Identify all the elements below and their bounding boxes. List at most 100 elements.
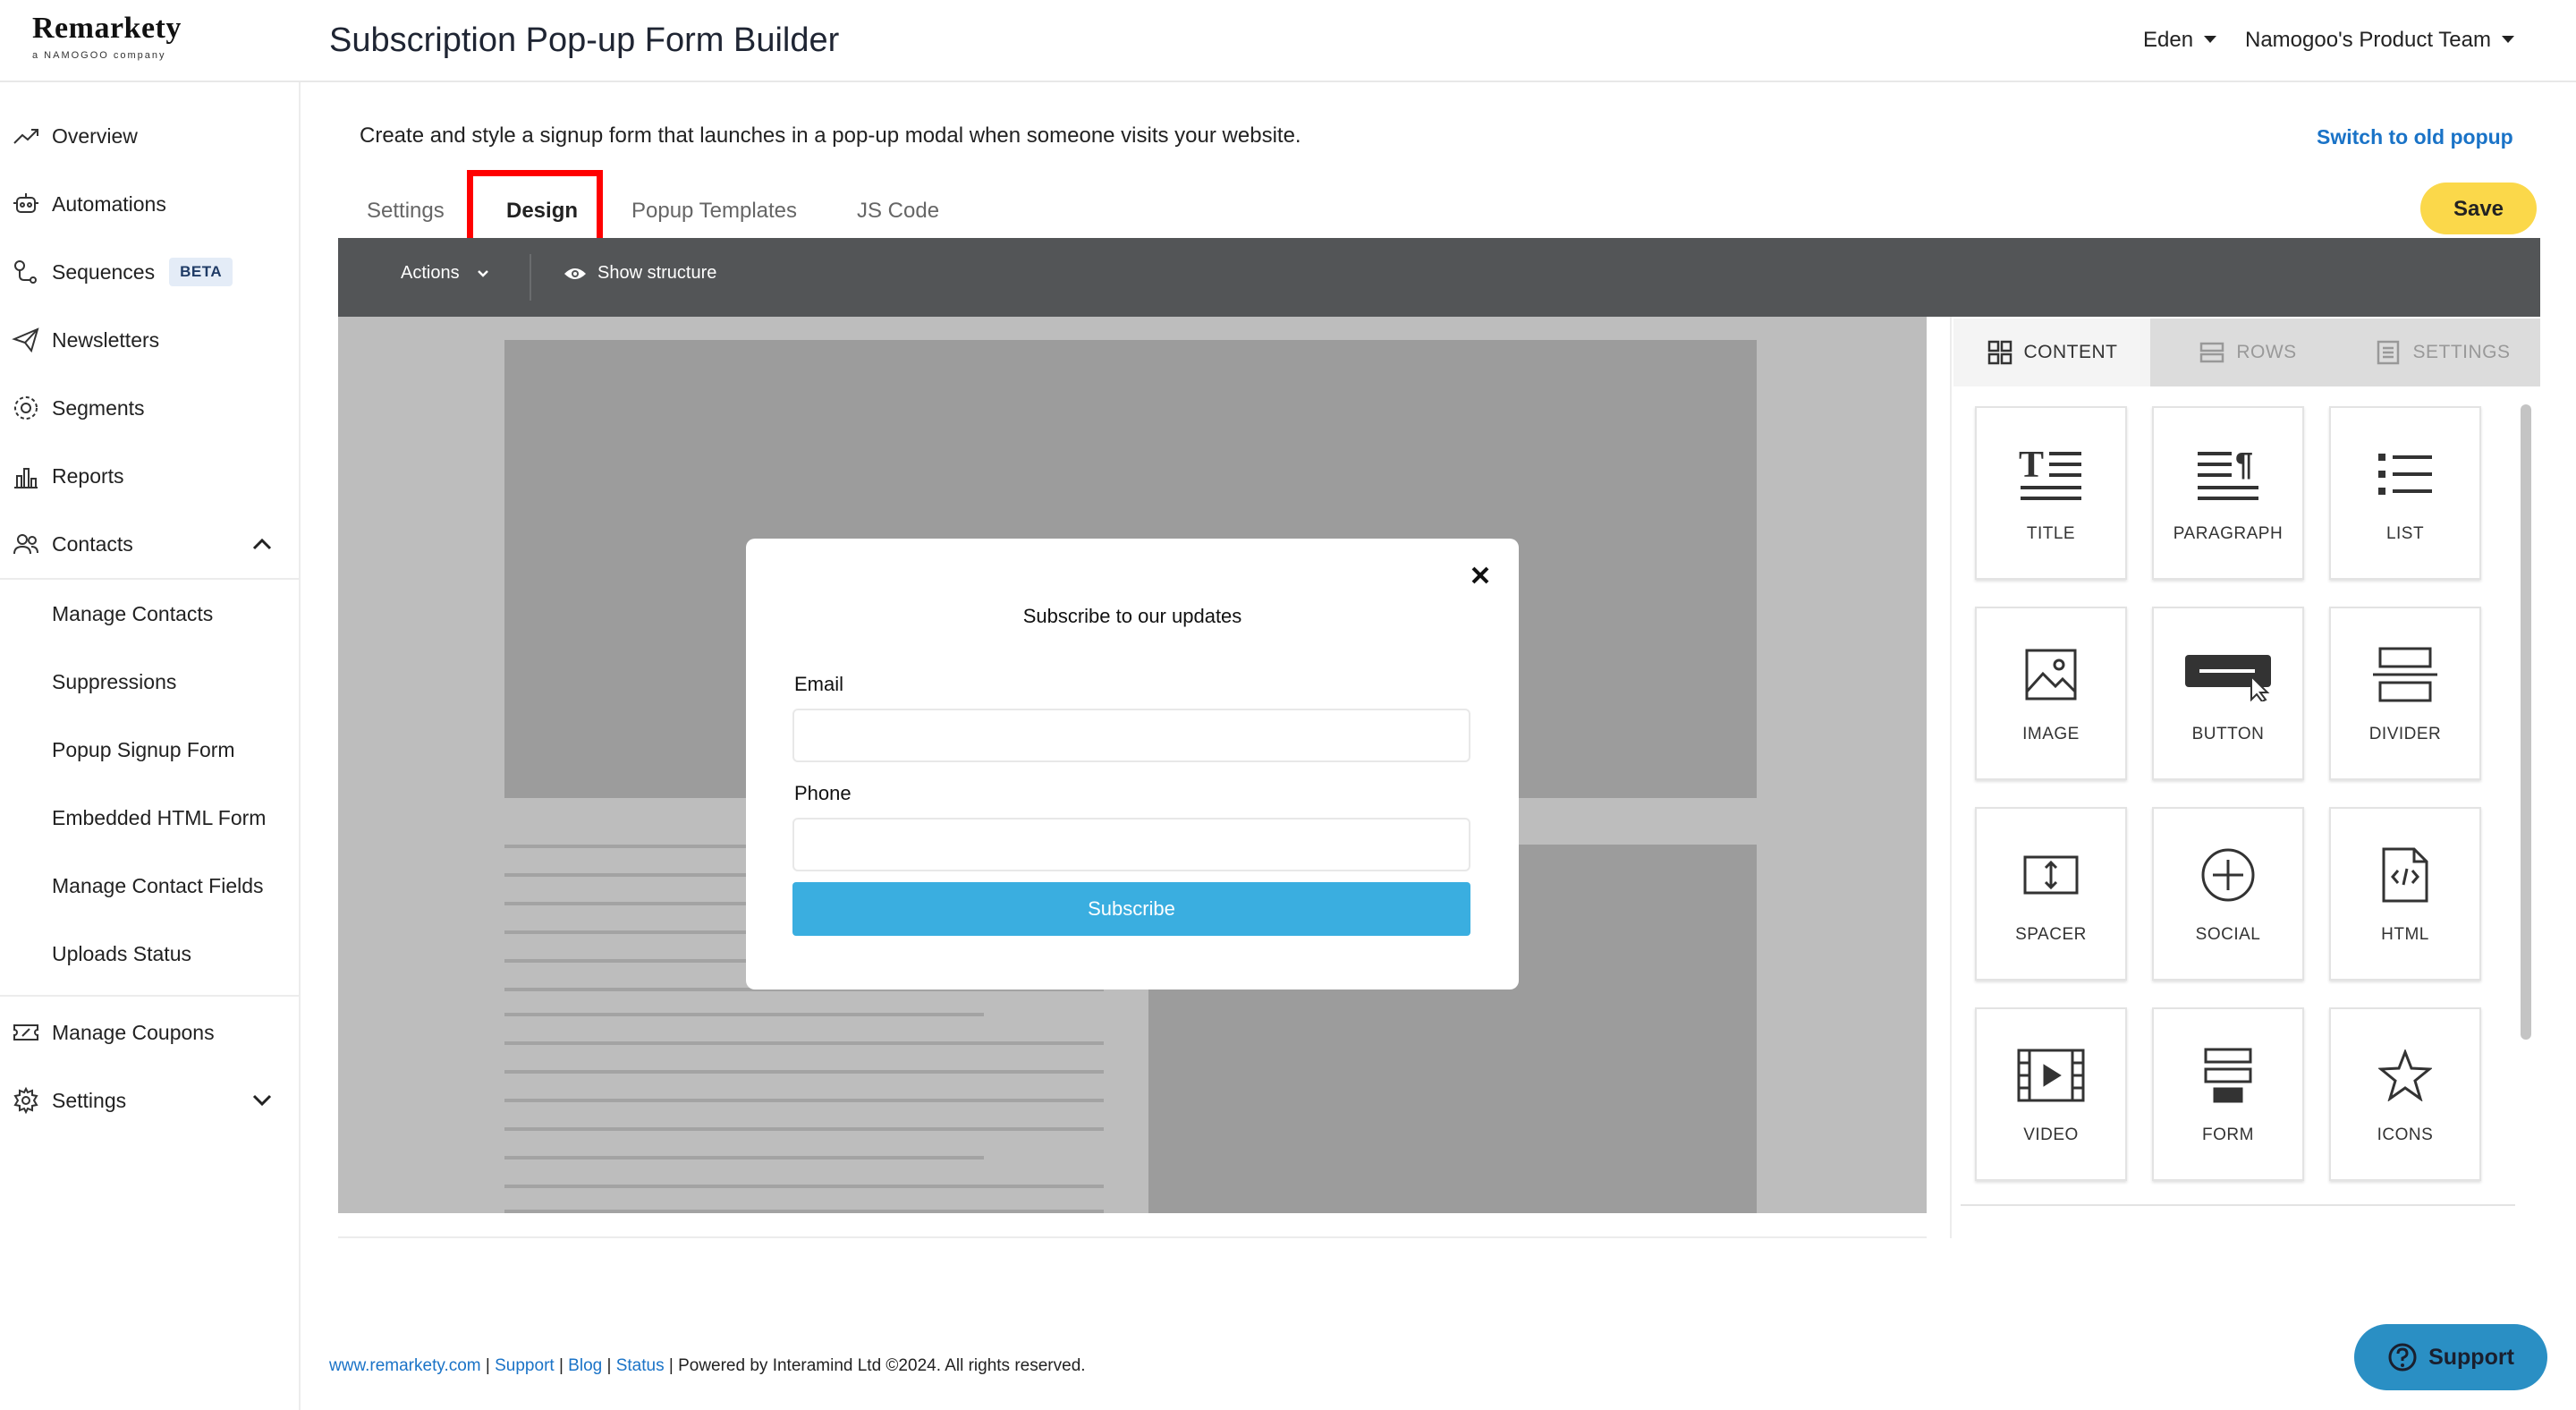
content-block-html[interactable]: HTML: [2329, 807, 2481, 981]
email-field[interactable]: [792, 709, 1470, 762]
show-structure-button[interactable]: Show structure: [564, 263, 716, 284]
placeholder-text-line: [504, 1185, 1104, 1188]
title-icon: T: [1977, 440, 2125, 508]
panel-tab-rows[interactable]: ROWS: [2150, 319, 2345, 386]
content-block-image[interactable]: IMAGE: [1975, 607, 2127, 780]
list-icon: [2331, 440, 2479, 508]
sidebar-item-label: Segments: [52, 395, 145, 420]
sidebar-item-reports[interactable]: Reports: [0, 442, 299, 510]
support-button[interactable]: Support: [2354, 1324, 2547, 1390]
subscribe-button[interactable]: Subscribe: [792, 882, 1470, 936]
grid-icon: [1987, 340, 2012, 365]
save-button[interactable]: Save: [2420, 183, 2537, 234]
remarkety-logo[interactable]: Remarkety a NAMOGOO company: [32, 13, 193, 72]
content-block-divider[interactable]: DIVIDER: [2329, 607, 2481, 780]
content-block-social[interactable]: SOCIAL: [2152, 807, 2304, 981]
sidebar-item-label: Settings: [52, 1088, 127, 1112]
content-block-video[interactable]: VIDEO: [1975, 1007, 2127, 1181]
footer-site-link[interactable]: www.remarkety.com: [329, 1356, 481, 1375]
block-label: HTML: [2381, 925, 2429, 944]
paper-plane-icon: [11, 325, 41, 355]
logo-text: Remarkety: [32, 12, 182, 45]
team-dropdown[interactable]: Namogoo's Product Team: [2245, 25, 2514, 55]
coupon-icon: [11, 1017, 41, 1048]
user-dropdown[interactable]: Eden: [2143, 25, 2217, 55]
footer-copyright: Powered by Interamind Ltd ©2024. All rig…: [678, 1356, 1086, 1375]
code-file-icon: [2331, 841, 2479, 909]
sidebar: Overview Automations Sequences BETA News…: [0, 82, 301, 1410]
placeholder-text-line: [504, 1127, 1104, 1131]
panel-tab-settings[interactable]: SETTINGS: [2345, 319, 2540, 386]
content-block-list[interactable]: LIST: [2329, 406, 2481, 580]
sidebar-item-settings[interactable]: Settings: [0, 1066, 299, 1134]
show-structure-label: Show structure: [597, 263, 717, 283]
chevron-down-icon: [478, 270, 489, 277]
footer-separator: |: [558, 1356, 564, 1375]
tab-popup-templates[interactable]: Popup Templates: [614, 186, 815, 240]
footer-status-link[interactable]: Status: [616, 1356, 665, 1375]
block-label: ICONS: [2377, 1125, 2434, 1144]
close-icon[interactable]: [1467, 562, 1494, 589]
gear-icon: [11, 1085, 41, 1116]
sidebar-subitem-manage-contacts[interactable]: Manage Contacts: [52, 580, 213, 648]
footer-support-link[interactable]: Support: [495, 1356, 555, 1375]
sidebar-item-sequences[interactable]: Sequences BETA: [0, 238, 299, 306]
content-block-form[interactable]: FORM: [2152, 1007, 2304, 1181]
block-label: VIDEO: [2023, 1125, 2079, 1144]
svg-text:¶: ¶: [2235, 446, 2253, 482]
chevron-down-icon: [2204, 35, 2217, 43]
sidebar-subitem-uploads-status[interactable]: Uploads Status: [52, 920, 191, 988]
chevron-down-icon[interactable]: [252, 1094, 272, 1107]
divider-icon: [2331, 641, 2479, 709]
actions-label: Actions: [401, 263, 460, 283]
sidebar-subitem-popup-signup-form[interactable]: Popup Signup Form: [52, 716, 235, 784]
chevron-up-icon[interactable]: [252, 538, 272, 550]
content-block-title[interactable]: T TITLE: [1975, 406, 2127, 580]
sidebar-subitem-manage-contact-fields[interactable]: Manage Contact Fields: [52, 852, 264, 920]
bar-chart-icon: [11, 461, 41, 491]
beta-badge: BETA: [169, 258, 233, 286]
canvas-footer-strip: [338, 1213, 1927, 1238]
placeholder-text-line: [504, 1013, 984, 1016]
paragraph-icon: ¶: [2154, 440, 2302, 508]
tab-settings[interactable]: Settings: [349, 186, 462, 240]
logo-subtext: a NAMOGOO company: [32, 50, 166, 61]
panel-scrollbar[interactable]: [2521, 404, 2531, 1040]
block-label: DIVIDER: [2368, 725, 2442, 743]
content-block-icons[interactable]: ICONS: [2329, 1007, 2481, 1181]
sidebar-item-segments[interactable]: Segments: [0, 374, 299, 442]
panel-tab-content[interactable]: CONTENT: [1953, 319, 2150, 386]
footer-separator: |: [485, 1356, 490, 1375]
sidebar-item-newsletters[interactable]: Newsletters: [0, 306, 299, 374]
sidebar-item-overview[interactable]: Overview: [0, 102, 299, 170]
page-description: Create and style a signup form that laun…: [360, 123, 1301, 148]
support-label: Support: [2428, 1344, 2514, 1370]
block-label: LIST: [2385, 524, 2425, 543]
panel-tab-label: ROWS: [2236, 342, 2297, 362]
content-block-button[interactable]: BUTTON: [2152, 607, 2304, 780]
block-label: TITLE: [2026, 524, 2076, 543]
sidebar-item-automations[interactable]: Automations: [0, 170, 299, 238]
sidebar-subitem-embedded-html-form[interactable]: Embedded HTML Form: [52, 784, 266, 852]
actions-dropdown[interactable]: Actions: [401, 263, 489, 284]
block-label: FORM: [2202, 1125, 2254, 1144]
sidebar-item-label: Reports: [52, 463, 124, 488]
sidebar-item-manage-coupons[interactable]: Manage Coupons: [0, 998, 299, 1066]
content-block-spacer[interactable]: SPACER: [1975, 807, 2127, 981]
form-icon: [2154, 1041, 2302, 1109]
toolbar-divider: [530, 254, 531, 301]
footer-blog-link[interactable]: Blog: [568, 1356, 602, 1375]
content-block-paragraph[interactable]: ¶ PARAGRAPH: [2152, 406, 2304, 580]
panel-divider: [1961, 1204, 2515, 1206]
phone-field[interactable]: [792, 818, 1470, 871]
panel-tab-label: SETTINGS: [2412, 342, 2511, 362]
switch-to-old-popup-link[interactable]: Switch to old popup: [2317, 125, 2513, 149]
route-icon: [11, 257, 41, 287]
email-label: Email: [794, 673, 844, 695]
sidebar-item-contacts[interactable]: Contacts: [0, 510, 299, 578]
panel-tabs: CONTENT ROWS SETTINGS: [1953, 319, 2540, 386]
tab-js-code[interactable]: JS Code: [839, 186, 957, 240]
sidebar-item-label: Contacts: [52, 531, 133, 556]
sidebar-subitem-suppressions[interactable]: Suppressions: [52, 648, 176, 716]
segments-icon: [11, 393, 41, 423]
